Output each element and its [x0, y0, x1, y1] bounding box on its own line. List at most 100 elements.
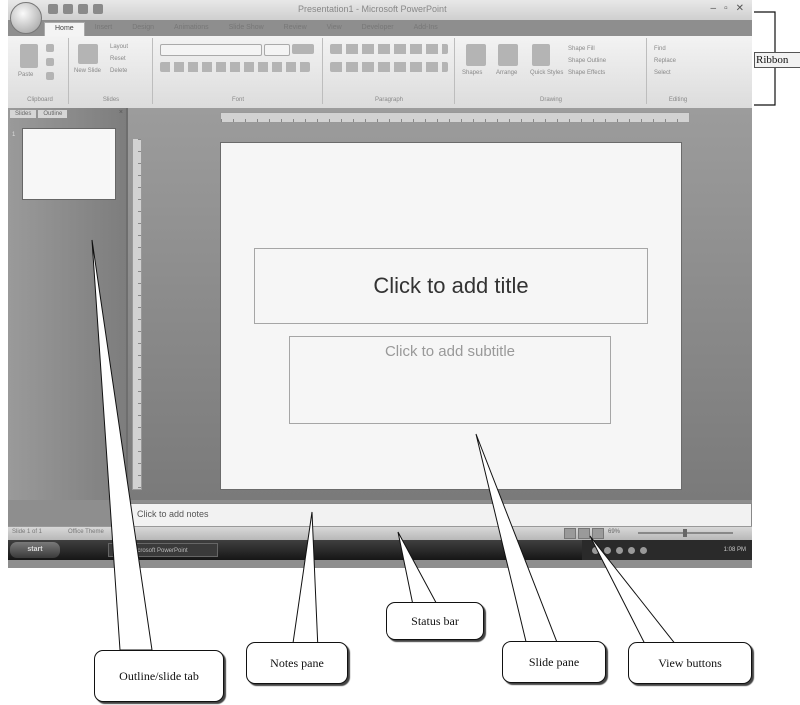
title-placeholder[interactable]: Click to add title: [254, 248, 648, 324]
font-group-label: Font: [231, 97, 244, 103]
normal-view-button[interactable]: [564, 528, 576, 539]
grow-shrink-font-icon[interactable]: [292, 44, 314, 54]
theme-name: Office Theme: [68, 529, 104, 535]
tray-icon[interactable]: [616, 546, 623, 554]
paste-icon[interactable]: [20, 44, 38, 68]
paragraph-group-label: Paragraph: [374, 97, 404, 103]
slide-sorter-view-button[interactable]: [578, 528, 590, 539]
ribbon-group-drawing: Shapes Arrange Quick Styles Shape Fill S…: [456, 38, 647, 104]
quick-styles-icon[interactable]: [532, 44, 550, 66]
ribbon-group-font: Font: [154, 38, 323, 104]
arrange-label: Arrange: [496, 70, 518, 76]
new-slide-icon[interactable]: [78, 44, 98, 64]
font-family-select[interactable]: [160, 44, 262, 56]
view-buttons: [564, 528, 604, 539]
outline-slide-tab-callout: Outline/slide tab: [94, 650, 224, 702]
slide-show-view-button[interactable]: [592, 528, 604, 539]
outline-slide-pane: Slides Outline × 1: [8, 108, 128, 500]
slide-pane-callout: Slide pane: [502, 641, 606, 683]
font-size-select[interactable]: [264, 44, 290, 56]
vertical-ruler: [132, 138, 142, 490]
shapes-icon[interactable]: [466, 44, 486, 66]
ribbon-group-clipboard: Paste Clipboard: [12, 38, 69, 104]
zoom-level[interactable]: 69%: [608, 529, 620, 535]
clipboard-group-label: Clipboard: [27, 97, 53, 103]
close-pane-icon[interactable]: ×: [119, 109, 123, 116]
maximize-button[interactable]: ▫: [724, 3, 728, 14]
tray-icon[interactable]: [628, 546, 635, 554]
shape-fill-button[interactable]: Shape Fill: [568, 46, 595, 52]
shape-outline-button[interactable]: Shape Outline: [568, 58, 606, 64]
new-slide-label: New Slide: [74, 68, 102, 74]
ribbon-group-paragraph: Paragraph: [324, 38, 455, 104]
delete-button[interactable]: Delete: [110, 68, 127, 74]
ribbon-group-editing: Find Replace Select Editing: [648, 38, 708, 104]
slide-canvas[interactable]: Click to add title Click to add subtitle: [220, 142, 682, 490]
layout-button[interactable]: Layout: [110, 44, 128, 50]
minimize-button[interactable]: –: [711, 3, 717, 14]
thumbnail-number: 1: [12, 132, 16, 138]
redo-icon[interactable]: [78, 4, 88, 14]
list-buttons[interactable]: [330, 44, 448, 54]
find-button[interactable]: Find: [654, 46, 666, 52]
notes-placeholder: Click to add notes: [137, 509, 209, 519]
shape-effects-button[interactable]: Shape Effects: [568, 70, 605, 76]
tab-insert[interactable]: Insert: [85, 22, 123, 36]
tab-outline[interactable]: Outline: [38, 110, 68, 118]
ribbon: Paste Clipboard New Slide Layout Reset D…: [8, 36, 752, 109]
tray-icon[interactable]: [604, 546, 611, 554]
view-buttons-callout: View buttons: [628, 642, 752, 684]
tab-developer[interactable]: Developer: [352, 22, 404, 36]
outline-tabs: Slides Outline: [10, 110, 68, 118]
font-format-buttons[interactable]: [160, 62, 310, 72]
ribbon-callout: Ribbon: [754, 52, 800, 68]
powerpoint-window: Presentation1 - Microsoft PowerPoint – ▫…: [8, 0, 752, 568]
tab-slides[interactable]: Slides: [10, 110, 37, 118]
replace-button[interactable]: Replace: [654, 58, 676, 64]
cut-icon[interactable]: [46, 44, 54, 52]
tab-review[interactable]: Review: [274, 22, 317, 36]
slide-thumbnail[interactable]: [22, 128, 116, 200]
title-bar: Presentation1 - Microsoft PowerPoint – ▫…: [8, 0, 752, 20]
arrange-icon[interactable]: [498, 44, 518, 66]
tab-view[interactable]: View: [317, 22, 352, 36]
editing-group-label: Editing: [668, 97, 688, 103]
shapes-label: Shapes: [462, 70, 483, 76]
status-bar-callout: Status bar: [386, 602, 484, 640]
taskbar: start Microsoft PowerPoint 1:08 PM: [8, 540, 752, 560]
tab-design[interactable]: Design: [122, 22, 164, 36]
tray-icon[interactable]: [640, 546, 647, 554]
notes-pane[interactable]: Click to add notes: [130, 503, 752, 527]
window-title: Presentation1 - Microsoft PowerPoint: [298, 4, 447, 14]
alignment-buttons[interactable]: [330, 62, 448, 72]
ribbon-tabs: Home Insert Design Animations Slide Show…: [44, 22, 448, 37]
copy-icon[interactable]: [46, 58, 54, 66]
select-button[interactable]: Select: [654, 70, 671, 76]
undo-icon[interactable]: [63, 4, 73, 14]
notes-pane-callout: Notes pane: [246, 642, 348, 684]
start-button[interactable]: start: [10, 542, 60, 558]
customize-qat-icon[interactable]: [93, 4, 103, 14]
tab-home[interactable]: Home: [44, 22, 85, 37]
quick-access-toolbar: [48, 4, 103, 14]
paste-label: Paste: [18, 72, 34, 78]
reset-button[interactable]: Reset: [110, 56, 126, 62]
quick-styles-label: Quick Styles: [530, 70, 564, 76]
save-icon[interactable]: [48, 4, 58, 14]
window-controls: – ▫ ✕: [711, 3, 745, 14]
close-button[interactable]: ✕: [736, 3, 744, 14]
subtitle-placeholder[interactable]: Click to add subtitle: [289, 336, 611, 424]
horizontal-ruler: [220, 112, 690, 123]
format-painter-icon[interactable]: [46, 72, 54, 80]
tab-add-ins[interactable]: Add-Ins: [404, 22, 448, 36]
taskbar-powerpoint-item[interactable]: Microsoft PowerPoint: [108, 543, 218, 557]
zoom-slider-handle[interactable]: [683, 529, 687, 537]
taskbar-clock: 1:08 PM: [723, 547, 746, 553]
tray-icon[interactable]: [592, 546, 599, 554]
tab-animations[interactable]: Animations: [164, 22, 219, 36]
tab-slide-show[interactable]: Slide Show: [219, 22, 274, 36]
status-bar: Slide 1 of 1 Office Theme 69%: [8, 526, 752, 540]
office-button[interactable]: [10, 2, 42, 34]
slides-group-label: Slides: [102, 97, 120, 103]
slide-pane: Click to add title Click to add subtitle: [128, 108, 752, 500]
